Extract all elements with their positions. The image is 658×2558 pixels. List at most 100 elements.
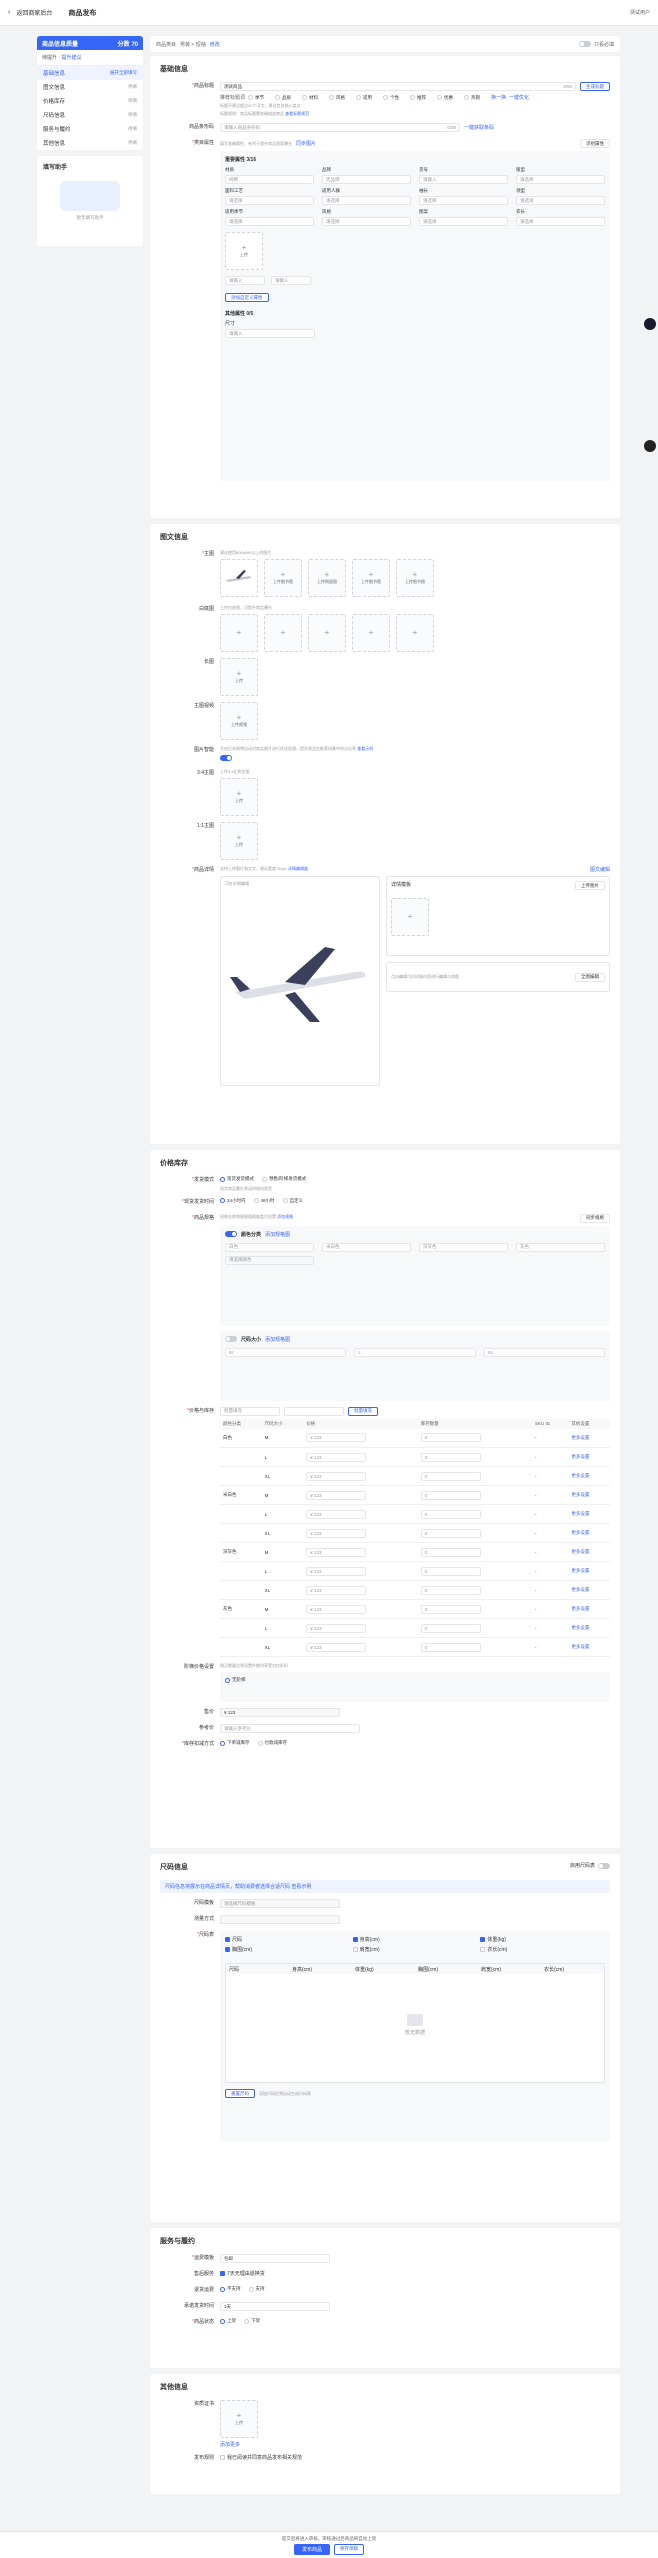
attr-select[interactable]: 请选择 — [322, 217, 411, 226]
category-edit-link[interactable]: 修改 — [210, 41, 220, 48]
title-tag[interactable]: 热销 — [464, 95, 480, 101]
smart-toggle[interactable] — [220, 755, 232, 761]
identify-attr-button[interactable]: 识别属性 — [580, 139, 610, 148]
title-tag[interactable]: 推荐 — [410, 95, 426, 101]
back-link[interactable]: 返回商家后台 — [16, 8, 52, 17]
attr-sync-link[interactable]: 同步图片 — [296, 140, 316, 147]
white-image-upload[interactable]: + — [264, 614, 302, 652]
main-image-upload[interactable]: + 上传细节图 — [264, 559, 302, 597]
price-input[interactable]: ¥ 123 — [306, 1452, 367, 1462]
price-input[interactable]: ¥ 123 — [306, 1433, 367, 1443]
detail-tab[interactable]: 图文编辑 — [590, 866, 610, 873]
color-add-select[interactable]: 请选择颜色 — [225, 1255, 314, 1265]
size-example-link[interactable]: 查看示例 — [291, 1884, 311, 1890]
batch-input-2[interactable] — [284, 1406, 344, 1416]
save-draft-button[interactable]: 保存草稿 — [334, 2543, 364, 2555]
color-input[interactable]: 白色 — [225, 1242, 314, 1252]
attr-select[interactable]: 请选择 — [225, 217, 314, 226]
price-input[interactable]: ¥ 123 — [306, 1585, 367, 1595]
more-settings-link[interactable]: 更多设置 — [571, 1473, 589, 1478]
main-image-thumb[interactable] — [220, 559, 258, 597]
other-attr-input[interactable]: 请输入 — [225, 329, 315, 338]
status-radio[interactable]: 上架 — [220, 2318, 236, 2324]
price-input[interactable]: ¥ 123 — [306, 1642, 367, 1652]
return-radio[interactable]: 支持 — [248, 2286, 265, 2292]
size-template-select[interactable]: 请选择尺码模板 — [220, 1899, 340, 1908]
tag-refresh-link[interactable]: 换一换 — [491, 94, 506, 101]
stock-input[interactable]: 0 — [420, 1490, 481, 1500]
generate-title-button[interactable]: 生成标题 — [580, 82, 610, 91]
stock-input[interactable]: 0 — [420, 1433, 481, 1443]
attr-select[interactable]: 请选择 — [322, 196, 411, 205]
size-table-toggle[interactable]: 启用尺码表 — [570, 1862, 610, 1869]
sidebar-item[interactable]: 基础信息 展开全部填写 — [37, 66, 143, 80]
spec-add-link[interactable]: 添加规格 — [277, 1214, 293, 1219]
price-input[interactable]: ¥ 123 — [306, 1509, 367, 1519]
attr-small-input[interactable]: 请输入 — [225, 276, 265, 285]
price-input[interactable]: ¥ 123 — [306, 1471, 367, 1481]
detail-upload-button[interactable]: 上传图片 — [575, 881, 605, 890]
sidebar-item[interactable]: 其他信息 待填 — [37, 136, 143, 150]
more-settings-link[interactable]: 更多设置 — [571, 1549, 589, 1554]
smart-example-link[interactable]: 查看示例 — [357, 746, 373, 751]
more-settings-link[interactable]: 更多设置 — [571, 1568, 589, 1573]
attr-select[interactable]: 请选择 — [516, 175, 605, 184]
add-custom-attr-button[interactable]: 添加自定义属性 — [225, 293, 269, 302]
measure-select[interactable] — [220, 1915, 340, 1924]
toggle-switch[interactable] — [578, 41, 591, 47]
reset-size-button[interactable]: 重置尺码 — [225, 2089, 255, 2098]
main-image-upload[interactable]: + 上传细节图 — [396, 559, 434, 597]
attr-select[interactable]: 请选择 — [419, 196, 508, 205]
attr-select[interactable]: 纯棉 — [225, 175, 314, 184]
attr-select[interactable]: 请选择 — [516, 196, 605, 205]
tag-optimize-link[interactable]: 一键优化 — [509, 94, 529, 101]
ship-mode-radio[interactable]: 现货发货模式 — [220, 1176, 254, 1182]
more-settings-link[interactable]: 更多设置 — [571, 1606, 589, 1611]
title-input[interactable]: 测试商品 4/60 — [220, 82, 576, 91]
help-float-button[interactable] — [644, 440, 656, 452]
ratio34-upload[interactable]: + 上传 — [220, 778, 258, 816]
price-input[interactable]: ¥ 123 — [306, 1490, 367, 1500]
white-image-upload[interactable]: + — [220, 614, 258, 652]
more-settings-link[interactable]: 更多设置 — [571, 1492, 589, 1497]
full-edit-button[interactable]: 全图编辑 — [575, 972, 605, 982]
cert-upload[interactable]: + 上传 — [220, 2400, 258, 2438]
white-image-upload[interactable]: + — [308, 614, 346, 652]
attr-small-input[interactable]: 请输入 — [271, 276, 311, 285]
more-settings-link[interactable]: 更多设置 — [571, 1454, 589, 1459]
title-tag[interactable]: 优惠 — [437, 95, 453, 101]
user-menu[interactable]: 测试用户 — [630, 9, 650, 16]
stock-input[interactable]: 0 — [420, 1471, 481, 1481]
sidebar-item[interactable]: 价格库存 待填 — [37, 94, 143, 108]
color-add-image-link[interactable]: 添加规格图 — [265, 1231, 290, 1238]
barcode-link[interactable]: 一键获取条码 — [464, 124, 494, 131]
title-tag[interactable]: 适用 — [356, 95, 372, 101]
size-toggle[interactable] — [225, 1336, 237, 1342]
stock-input[interactable]: 0 — [420, 1604, 481, 1614]
assistant-avatar[interactable] — [644, 318, 656, 330]
level-tip-link[interactable]: 提升建议 — [61, 55, 81, 61]
required-only-toggle[interactable]: 只看必填 — [578, 41, 614, 48]
detail-thumb[interactable]: + — [391, 898, 429, 936]
stock-input[interactable]: 0 — [420, 1623, 481, 1633]
ship-time-radio[interactable]: 48小时 — [253, 1198, 275, 1204]
stock-radio[interactable]: 付款减库存 — [257, 1740, 287, 1746]
attr-select[interactable]: 请选择 — [225, 196, 314, 205]
stock-input[interactable]: 0 — [420, 1509, 481, 1519]
attr-select[interactable]: 请选择 — [419, 217, 508, 226]
long-image-upload[interactable]: + 上传 — [220, 658, 258, 696]
agree-checkbox[interactable] — [220, 2455, 225, 2461]
title-rule-link[interactable]: 查看标题规范 — [285, 111, 309, 116]
ship-mode-radio[interactable]: 预售/阶梯发货模式 — [262, 1176, 306, 1182]
sidebar-item[interactable]: 服务与履约 待填 — [37, 122, 143, 136]
stock-input[interactable]: 0 — [420, 1528, 481, 1538]
attr-select[interactable]: 无品牌 — [322, 175, 411, 184]
sidebar-item[interactable]: 图文信息 待填 — [37, 80, 143, 94]
color-input[interactable]: 深灰色 — [419, 1242, 508, 1252]
cert-more-link[interactable]: 添加更多 — [220, 2441, 610, 2448]
size-input[interactable]: M — [225, 1347, 347, 1357]
stock-radio[interactable]: 下单减库存 — [220, 1740, 250, 1746]
main-image-upload[interactable]: + 上传细节图 — [352, 559, 390, 597]
color-input[interactable]: 灰色 — [516, 1242, 605, 1252]
white-image-upload[interactable]: + — [396, 614, 434, 652]
